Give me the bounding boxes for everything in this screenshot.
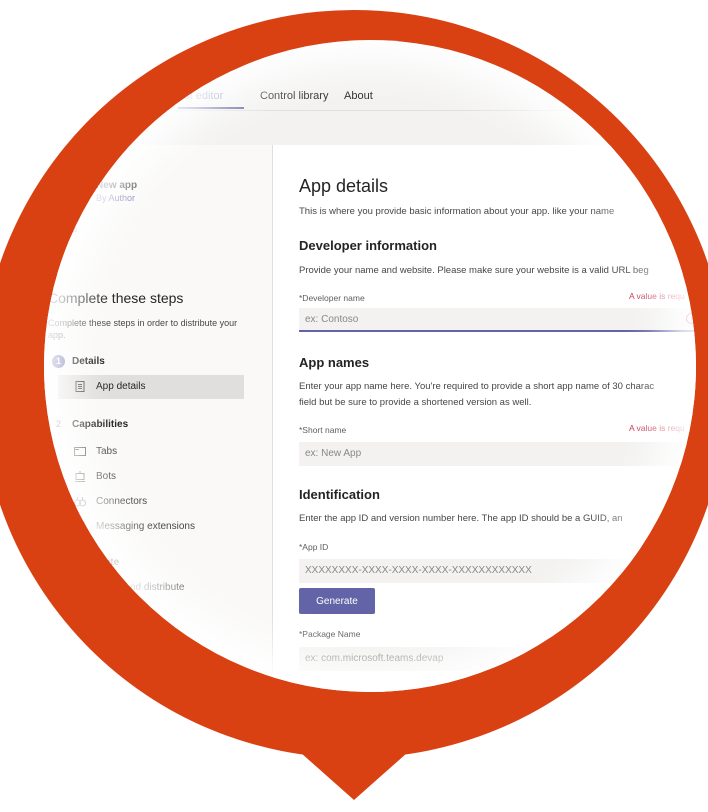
- identification-heading: Identification: [299, 487, 380, 502]
- sidebar-item-connectors[interactable]: Connectors: [58, 490, 244, 514]
- tab-control-library[interactable]: Control library: [260, 90, 328, 102]
- intro-text: This is where you provide basic informat…: [299, 206, 615, 217]
- app-id-placeholder: XXXXXXXX-XXXX-XXXX-XXXX-XXXXXXXXXXXX: [305, 565, 532, 576]
- connector-icon: [74, 497, 86, 507]
- sidebar-item-tabs[interactable]: Tabs: [58, 440, 244, 464]
- developer-description: Provide your name and website. Please ma…: [299, 265, 649, 276]
- step-label: Details: [72, 356, 105, 367]
- error-icon: !: [686, 313, 696, 324]
- sidebar-item-label: App details: [96, 381, 146, 392]
- step-label: Capabilities: [72, 419, 129, 430]
- tab-about[interactable]: About: [344, 90, 373, 102]
- page-title: App details: [299, 176, 389, 196]
- sidebar-item-messaging-extensions[interactable]: Messaging extensions: [58, 515, 244, 539]
- step-number-badge: 1: [52, 355, 65, 368]
- app-author-link[interactable]: By Author: [96, 193, 135, 203]
- document-icon: [75, 381, 85, 392]
- sidebar-item-label: Messaging extensions: [96, 521, 195, 532]
- sidebar-item-label: Tabs: [96, 446, 118, 457]
- step-number-badge: 2: [55, 419, 61, 429]
- top-tab-bar: est editor Control library About: [44, 80, 696, 111]
- app-name: New app: [96, 180, 138, 191]
- short-name-input[interactable]: ex: New App: [299, 442, 696, 466]
- step-details-header: 1 Details: [52, 355, 105, 368]
- short-name-label: *Short name: [299, 425, 347, 435]
- step-capabilities-header: 2 Capabilities: [52, 418, 128, 431]
- sidebar-item-label: Bots: [96, 471, 117, 482]
- short-name-placeholder: ex: New App: [305, 448, 362, 459]
- tab-manifest-editor[interactable]: est editor: [178, 90, 223, 102]
- app-names-heading: App names: [299, 355, 370, 370]
- active-tab-indicator: [178, 107, 244, 109]
- step-distribute-header: bute: [98, 557, 120, 568]
- package-name-label: *Package Name: [299, 629, 361, 639]
- app-names-description-line1: Enter your app name here. You're require…: [299, 381, 655, 392]
- package-name-input[interactable]: ex: com.microsoft.teams.devap: [299, 647, 696, 671]
- app-id-label: *App ID: [299, 542, 329, 552]
- magnifier-lens: est editor Control library About New app…: [44, 40, 696, 692]
- generate-button[interactable]: Generate: [299, 588, 375, 614]
- sidebar-item-app-details[interactable]: App details: [58, 375, 244, 399]
- steps-title: Complete these steps: [48, 290, 184, 306]
- developer-name-input[interactable]: ex: Contoso !: [299, 308, 696, 332]
- tab-icon: [74, 447, 86, 456]
- messaging-extension-icon: [74, 521, 86, 532]
- sidebar-item-test-and-distribute[interactable]: nd distribute: [130, 582, 184, 593]
- sidebar-item-bots[interactable]: Bots: [58, 465, 244, 489]
- developer-name-placeholder: ex: Contoso: [305, 314, 359, 325]
- capabilities-link[interactable]: pabilities: [44, 224, 77, 234]
- package-name-placeholder: ex: com.microsoft.teams.devap: [305, 653, 444, 664]
- developer-heading: Developer information: [299, 238, 437, 253]
- steps-description: Complete these steps in order to distrib…: [48, 318, 238, 340]
- app-names-description-line2: field but be sure to provide a shortened…: [299, 397, 532, 408]
- bot-icon: [75, 471, 85, 482]
- identification-description: Enter the app ID and version number here…: [299, 513, 623, 524]
- developer-name-label: *Developer name: [299, 293, 365, 303]
- app-id-input[interactable]: XXXXXXXX-XXXX-XXXX-XXXX-XXXXXXXXXXXX: [299, 559, 696, 583]
- short-name-error: A value is requ: [629, 423, 685, 433]
- developer-name-error: A value is requ: [629, 291, 685, 301]
- teams-app-studio-window: est editor Control library About New app…: [44, 40, 696, 692]
- sidebar-item-label: Connectors: [96, 496, 148, 507]
